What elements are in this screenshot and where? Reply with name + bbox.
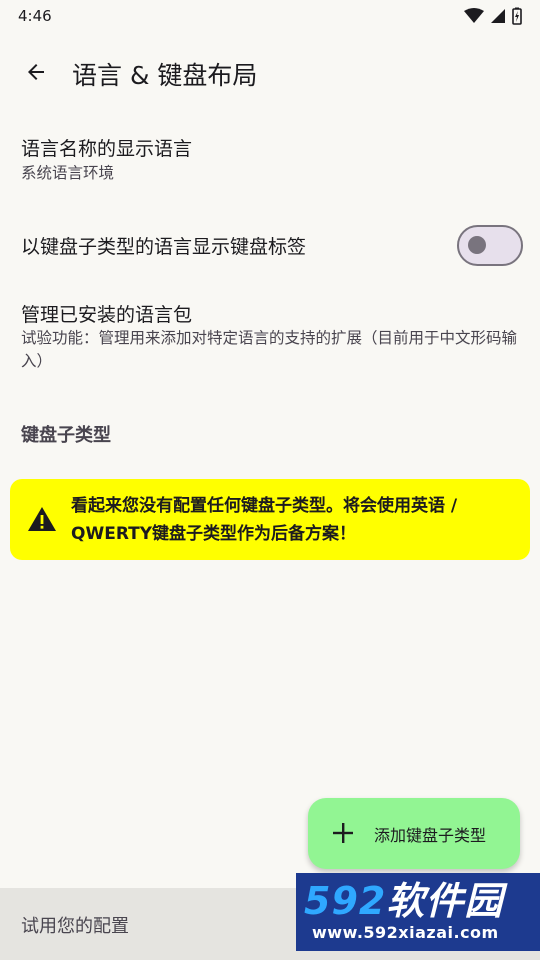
watermark-digits: 592 xyxy=(304,879,387,923)
wifi-icon xyxy=(464,8,484,23)
warning-text: 看起来您没有配置任何键盘子类型。将会使用英语 / QWERTY键盘子类型作为后备… xyxy=(71,496,458,544)
site-watermark-logo: 592软件园 www.592xiazai.com xyxy=(296,873,540,951)
page-title: 语言 & 键盘布局 xyxy=(72,61,258,90)
app-bar: 语言 & 键盘布局 xyxy=(0,40,540,104)
status-bar: 4:46 xyxy=(0,0,540,32)
section-header-subtypes: 键盘子类型 xyxy=(21,425,111,446)
fab-label: 添加键盘子类型 xyxy=(374,826,487,845)
plus-icon xyxy=(333,823,353,843)
watermark-url: www.592xiazai.com xyxy=(312,923,499,942)
pref-title: 以键盘子类型的语言显示键盘标签 xyxy=(21,236,307,258)
pref-manage-language-packs[interactable]: 管理已安装的语言包 试验功能：管理用来添加对特定语言的支持的扩展（目前用于中文形… xyxy=(0,286,540,386)
pref-title: 语言名称的显示语言 xyxy=(21,138,193,160)
pref-summary: 试验功能：管理用来添加对特定语言的支持的扩展（目前用于中文形码输入） xyxy=(21,329,518,370)
pref-summary: 系统语言环境 xyxy=(21,164,115,182)
pref-language-display[interactable]: 语言名称的显示语言 系统语言环境 xyxy=(0,122,540,194)
pref-title: 管理已安装的语言包 xyxy=(21,304,193,326)
toggle-knob xyxy=(468,236,486,254)
watermark-brand-text: 软件园 xyxy=(386,879,504,923)
subtype-labels-toggle[interactable] xyxy=(457,225,523,266)
warning-icon xyxy=(28,507,56,531)
battery-icon xyxy=(512,7,522,25)
arrow-back-icon xyxy=(28,64,44,80)
status-icons xyxy=(464,7,522,25)
no-subtypes-warning: 看起来您没有配置任何键盘子类型。将会使用英语 / QWERTY键盘子类型作为后备… xyxy=(10,479,530,560)
back-button[interactable] xyxy=(14,50,58,94)
watermark-brand: 592软件园 xyxy=(304,879,503,923)
add-subtype-button[interactable]: 添加键盘子类型 xyxy=(308,798,520,869)
cell-signal-icon xyxy=(491,9,505,23)
status-time: 4:46 xyxy=(18,7,52,25)
try-config-button[interactable]: 试用您的配置 xyxy=(21,912,129,938)
